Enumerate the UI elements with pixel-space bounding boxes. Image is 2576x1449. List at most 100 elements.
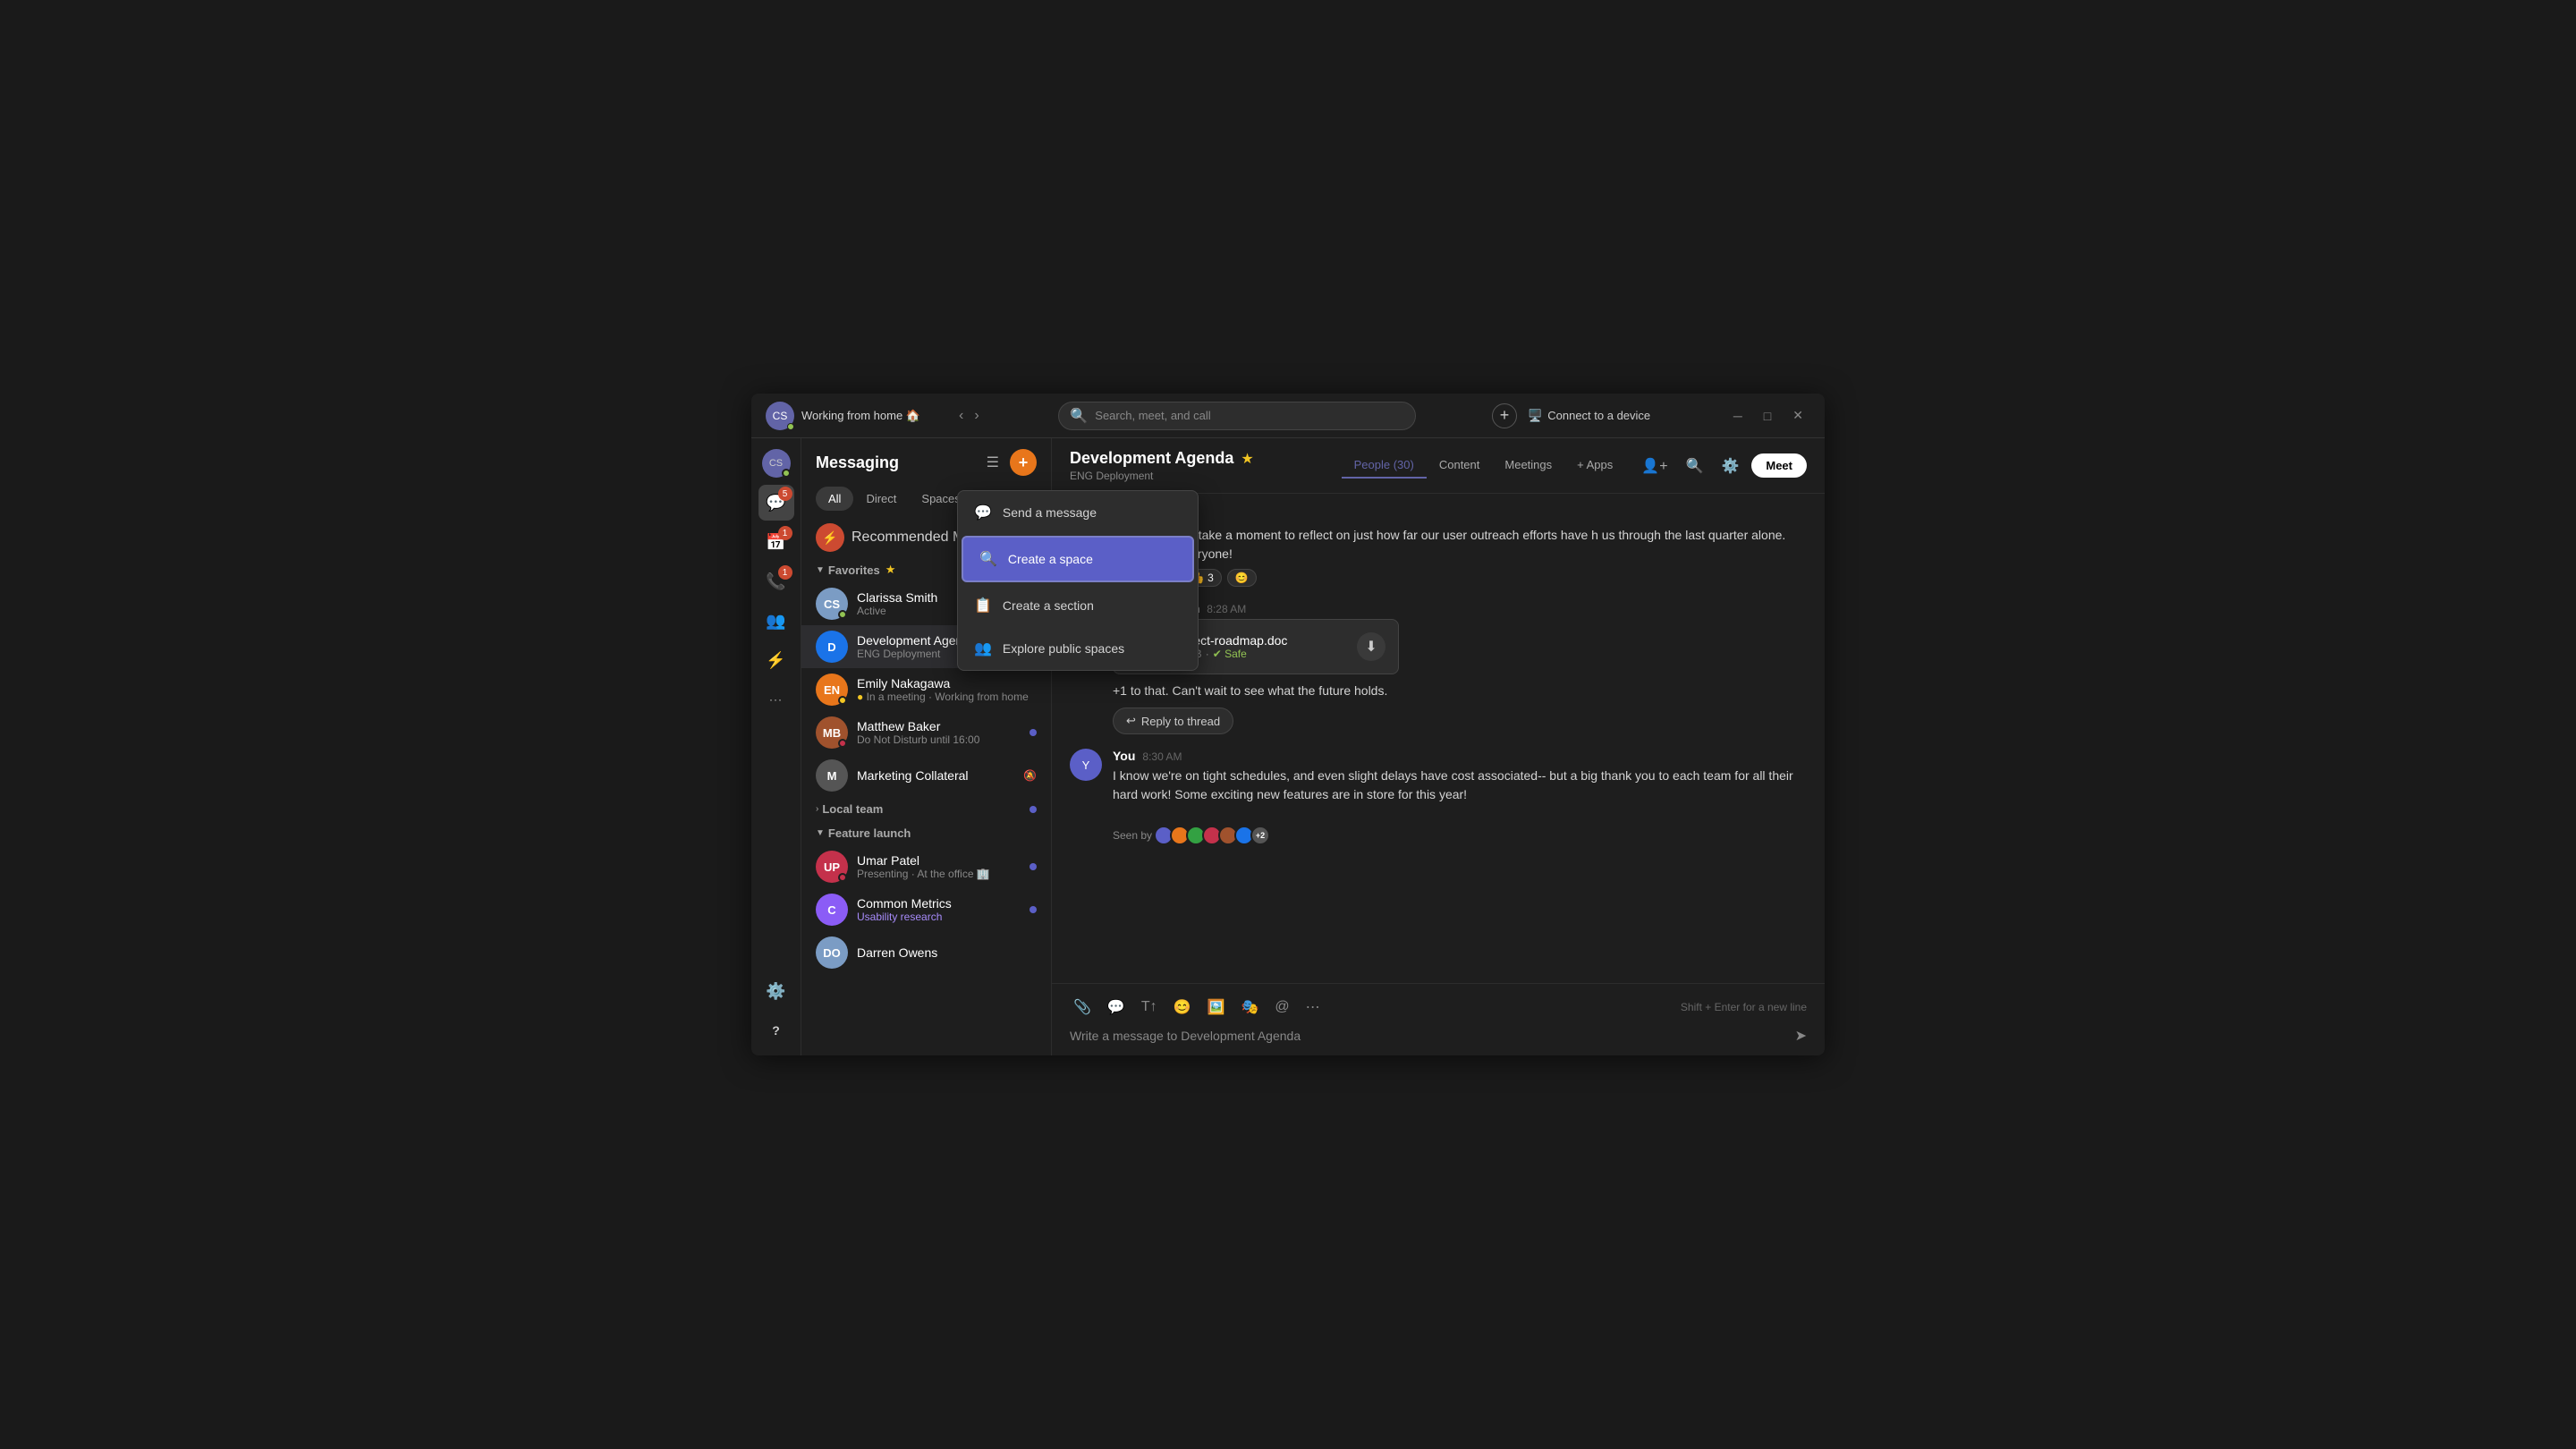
more-options-button[interactable]: ⋯ <box>1302 995 1324 1020</box>
people-icon: 👥 <box>766 612 785 631</box>
matthew-status <box>838 739 847 748</box>
channel-subtitle: ENG Deployment <box>1070 470 1254 482</box>
maximize-button[interactable]: □ <box>1757 404 1778 427</box>
chat-item-darren[interactable]: DO Darren Owens <box>801 931 1051 974</box>
minimize-button[interactable]: ─ <box>1726 404 1750 427</box>
rail-settings-icon[interactable]: ⚙️ <box>758 973 794 1009</box>
search-icon: 🔍 <box>1070 407 1088 425</box>
user-avatar: CS <box>766 402 794 430</box>
file-name: project-roadmap.doc <box>1173 633 1346 648</box>
patel-text: k we should all take a moment to reflect… <box>1113 526 1807 564</box>
channel-header: Development Agenda ★ ENG Deployment Peop… <box>1052 438 1825 494</box>
search-channel-button[interactable]: 🔍 <box>1681 452 1709 480</box>
dropdown-create-space[interactable]: 🔍 Create a space <box>962 536 1194 582</box>
dropdown-explore-spaces[interactable]: 👥 Explore public spaces <box>958 627 1198 670</box>
sidebar-filter-button[interactable]: ☰ <box>983 449 1003 476</box>
sticker-button[interactable]: 🎭 <box>1237 995 1262 1020</box>
emily-subtitle: ● In a meeting · Working from home <box>857 691 1037 703</box>
tab-content[interactable]: Content <box>1427 453 1493 479</box>
attach-button[interactable]: 📎 <box>1070 995 1095 1020</box>
tab-people[interactable]: People (30) <box>1342 453 1427 479</box>
gif-button[interactable]: 🖼️ <box>1204 995 1229 1020</box>
send-button[interactable]: ➤ <box>1795 1027 1807 1045</box>
text-format-button[interactable]: T↑ <box>1138 996 1161 1019</box>
chat-item-matthew[interactable]: MB Matthew Baker Do Not Disturb until 16… <box>801 711 1051 754</box>
darren-info: Darren Owens <box>857 945 1037 960</box>
reply-icon: ↩ <box>1126 714 1136 728</box>
emoji-button[interactable]: 😊 <box>1170 995 1195 1020</box>
back-button[interactable]: ‹ <box>955 404 967 428</box>
explore-spaces-icon: 👥 <box>974 640 992 657</box>
rail-activity-icon[interactable]: ⚡ <box>758 642 794 678</box>
file-safe: ✔ Safe <box>1213 648 1247 660</box>
calendar-badge: 1 <box>778 526 792 540</box>
close-button[interactable]: ✕ <box>1785 404 1810 427</box>
new-conversation-button[interactable]: + <box>1010 449 1037 476</box>
mention-button[interactable]: @ <box>1271 996 1292 1019</box>
search-bar[interactable]: 🔍 Search, meet, and call <box>1058 402 1416 430</box>
rail-call-icon[interactable]: 📞 1 <box>758 564 794 599</box>
marketing-name: Marketing Collateral <box>857 768 1014 783</box>
dropdown-send-message[interactable]: 💬 Send a message <box>958 491 1198 534</box>
add-people-button[interactable]: 👤+ <box>1636 452 1673 480</box>
clarissa-avatar: CS <box>816 588 848 620</box>
darren-initials: DO <box>823 946 841 960</box>
common-metrics-name: Common Metrics <box>857 896 1021 911</box>
tab-apps[interactable]: + Apps <box>1564 453 1625 479</box>
chat-item-marketing[interactable]: M Marketing Collateral 🔕 <box>801 754 1051 797</box>
you-msg-content: You 8:30 AM I know we're on tight schedu… <box>1113 749 1807 804</box>
darren-name: Darren Owens <box>857 945 1037 960</box>
main-layout: CS 💬 5 📅 1 📞 1 👥 ⚡ · <box>751 438 1825 1055</box>
forward-button[interactable]: › <box>970 404 982 428</box>
rail-calendar-icon[interactable]: 📅 1 <box>758 524 794 560</box>
local-team-unread <box>1030 806 1037 813</box>
common-metrics-info: Common Metrics Usability research <box>857 896 1021 923</box>
rail-user-avatar[interactable]: CS <box>758 445 794 481</box>
common-metrics-unread <box>1030 906 1037 913</box>
message-row-you: Y You 8:30 AM I know we're on tight sche… <box>1070 749 1807 804</box>
rail-people-icon[interactable]: 👥 <box>758 603 794 639</box>
local-team-name: Local team <box>822 802 883 816</box>
you-time: 8:30 AM <box>1142 750 1182 763</box>
tab-all[interactable]: All <box>816 487 853 511</box>
add-button[interactable]: + <box>1492 403 1517 428</box>
marketing-avatar: M <box>816 759 848 792</box>
file-info: project-roadmap.doc 24 KB · ✔ Safe <box>1173 633 1346 660</box>
dropdown-create-section[interactable]: 📋 Create a section <box>958 584 1198 627</box>
sidebar-header: Messaging ☰ + <box>801 438 1051 487</box>
chat-item-umar[interactable]: UP Umar Patel Presenting · At the office… <box>801 845 1051 888</box>
chat-item-emily[interactable]: EN Emily Nakagawa ● In a meeting · Worki… <box>801 668 1051 711</box>
message-input-placeholder[interactable]: Write a message to Development Agenda <box>1070 1029 1795 1043</box>
rail-chat-icon[interactable]: 💬 5 <box>758 485 794 521</box>
reply-label: Reply to thread <box>1141 715 1220 728</box>
create-section-icon: 📋 <box>974 597 992 614</box>
meet-button[interactable]: Meet <box>1751 453 1807 478</box>
channel-header-left: Development Agenda ★ ENG Deployment <box>1070 449 1254 482</box>
reaction-add[interactable]: 😊 <box>1227 569 1257 587</box>
dev-agenda-initial: D <box>827 640 835 654</box>
rail-help-icon[interactable]: ? <box>758 1013 794 1048</box>
reply-to-thread-button[interactable]: ↩ Reply to thread <box>1113 708 1233 734</box>
emily-status <box>838 696 847 705</box>
umar-unread <box>1030 863 1037 870</box>
matthew-name: Matthew Baker <box>857 719 1021 733</box>
chat-format-button[interactable]: 💬 <box>1104 995 1129 1020</box>
rail-more-icon[interactable]: ··· <box>758 682 794 717</box>
nav-arrows: ‹ › <box>955 404 983 428</box>
clarissa-status <box>838 610 847 619</box>
patel-message-content: Patel 8:12 AM k we should all take a mom… <box>1113 508 1807 587</box>
section-header-local-team[interactable]: › Local team <box>801 797 1051 821</box>
tab-direct[interactable]: Direct <box>853 487 909 511</box>
chat-item-common-metrics[interactable]: C Common Metrics Usability research <box>801 888 1051 931</box>
file-download-button[interactable]: ⬇ <box>1357 632 1385 661</box>
section-header-feature-launch[interactable]: ▼ Feature launch <box>801 821 1051 845</box>
clarissa-msg-text: +1 to that. Can't wait to see what the f… <box>1113 682 1807 700</box>
feature-launch-arrow: ▼ <box>816 828 825 838</box>
darren-avatar: DO <box>816 936 848 969</box>
settings-channel-button[interactable]: ⚙️ <box>1716 452 1744 480</box>
seen-by-row: Seen by +2 <box>1070 826 1807 845</box>
user-status-dot <box>782 469 791 478</box>
channel-star: ★ <box>1241 450 1253 468</box>
tab-meetings[interactable]: Meetings <box>1492 453 1564 479</box>
seen-avatars: +2 <box>1157 826 1270 845</box>
